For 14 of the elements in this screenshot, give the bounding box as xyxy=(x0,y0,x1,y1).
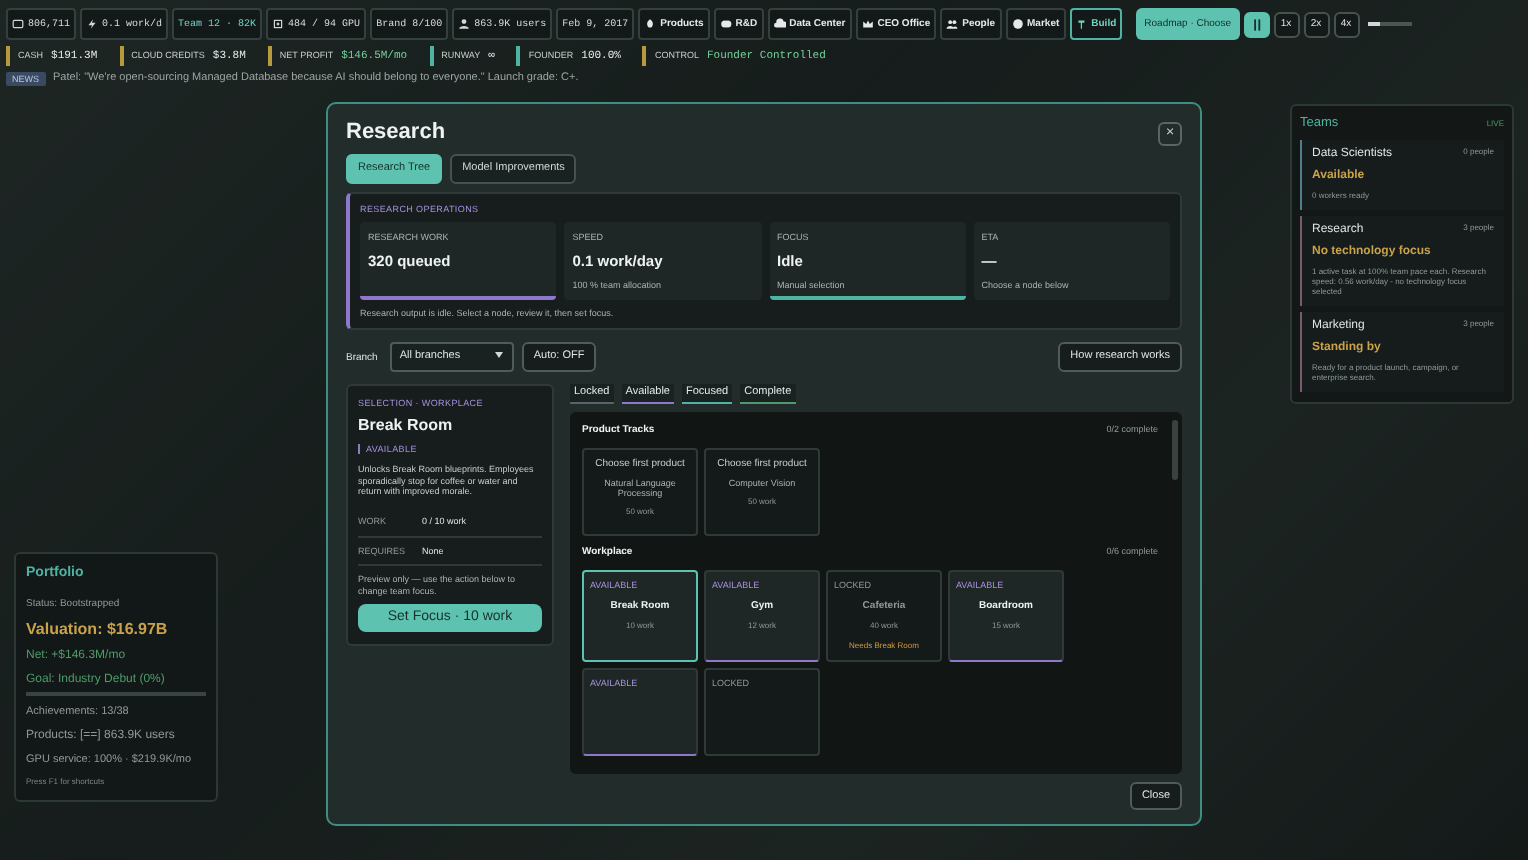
dialog-title: Research xyxy=(346,120,446,147)
cloud-icon xyxy=(773,18,786,30)
valuation-text: Valuation: $16.97B xyxy=(26,620,170,640)
bolt-icon xyxy=(86,18,99,30)
pause-icon xyxy=(1249,17,1263,31)
wallet-icon xyxy=(12,18,24,30)
person-icon xyxy=(458,18,471,30)
caret-icon xyxy=(493,350,504,361)
crown-icon xyxy=(861,18,874,30)
rocket-icon xyxy=(644,18,657,30)
people-icon xyxy=(946,18,959,30)
selection-title: Break Room xyxy=(358,416,455,436)
chip-icon xyxy=(272,18,285,30)
scrollbar[interactable] xyxy=(1172,419,1178,480)
